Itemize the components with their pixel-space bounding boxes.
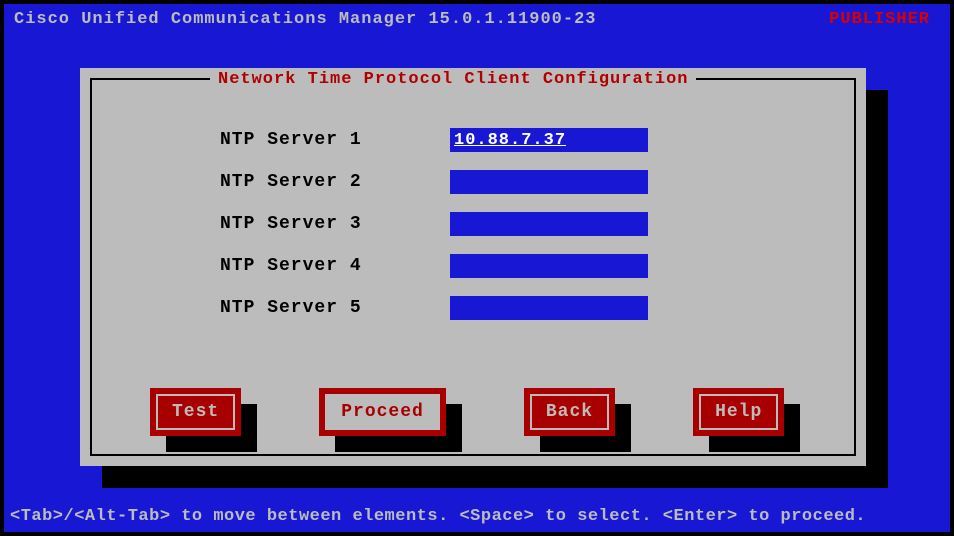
keyboard-hint: <Tab>/<Alt-Tab> to move between elements… xyxy=(10,507,866,526)
dialog-title: Network Time Protocol Client Configurati… xyxy=(210,70,696,89)
test-button[interactable]: Test xyxy=(150,388,241,436)
ntp-input-2[interactable] xyxy=(450,170,648,194)
proceed-button[interactable]: Proceed xyxy=(319,388,446,436)
screen: Cisco Unified Communications Manager 15.… xyxy=(4,4,950,532)
ntp-input-4[interactable] xyxy=(450,254,648,278)
ntp-row-1: NTP Server 1 xyxy=(220,128,780,152)
ntp-label-4: NTP Server 4 xyxy=(220,256,450,276)
ntp-input-5[interactable] xyxy=(450,296,648,320)
back-button-wrap: Back xyxy=(524,388,615,436)
ntp-label-3: NTP Server 3 xyxy=(220,214,450,234)
test-button-wrap: Test xyxy=(150,388,241,436)
ntp-row-2: NTP Server 2 xyxy=(220,170,780,194)
dialog-wrap: Network Time Protocol Client Configurati… xyxy=(80,68,866,466)
ntp-label-1: NTP Server 1 xyxy=(220,130,450,150)
help-button-wrap: Help xyxy=(693,388,784,436)
ntp-form: NTP Server 1 NTP Server 2 NTP Server 3 N… xyxy=(220,128,780,338)
title-bar: Cisco Unified Communications Manager 15.… xyxy=(4,4,950,35)
ntp-input-1[interactable] xyxy=(450,128,648,152)
app-title: Cisco Unified Communications Manager 15.… xyxy=(14,10,597,29)
back-button[interactable]: Back xyxy=(524,388,615,436)
ntp-label-2: NTP Server 2 xyxy=(220,172,450,192)
ntp-row-3: NTP Server 3 xyxy=(220,212,780,236)
ntp-label-5: NTP Server 5 xyxy=(220,298,450,318)
ntp-row-5: NTP Server 5 xyxy=(220,296,780,320)
ntp-input-3[interactable] xyxy=(450,212,648,236)
proceed-button-wrap: Proceed xyxy=(319,388,446,436)
dialog: Network Time Protocol Client Configurati… xyxy=(80,68,866,466)
role-badge: PUBLISHER xyxy=(829,10,930,29)
help-button[interactable]: Help xyxy=(693,388,784,436)
button-row: Test Proceed Back xyxy=(150,388,800,436)
ntp-row-4: NTP Server 4 xyxy=(220,254,780,278)
